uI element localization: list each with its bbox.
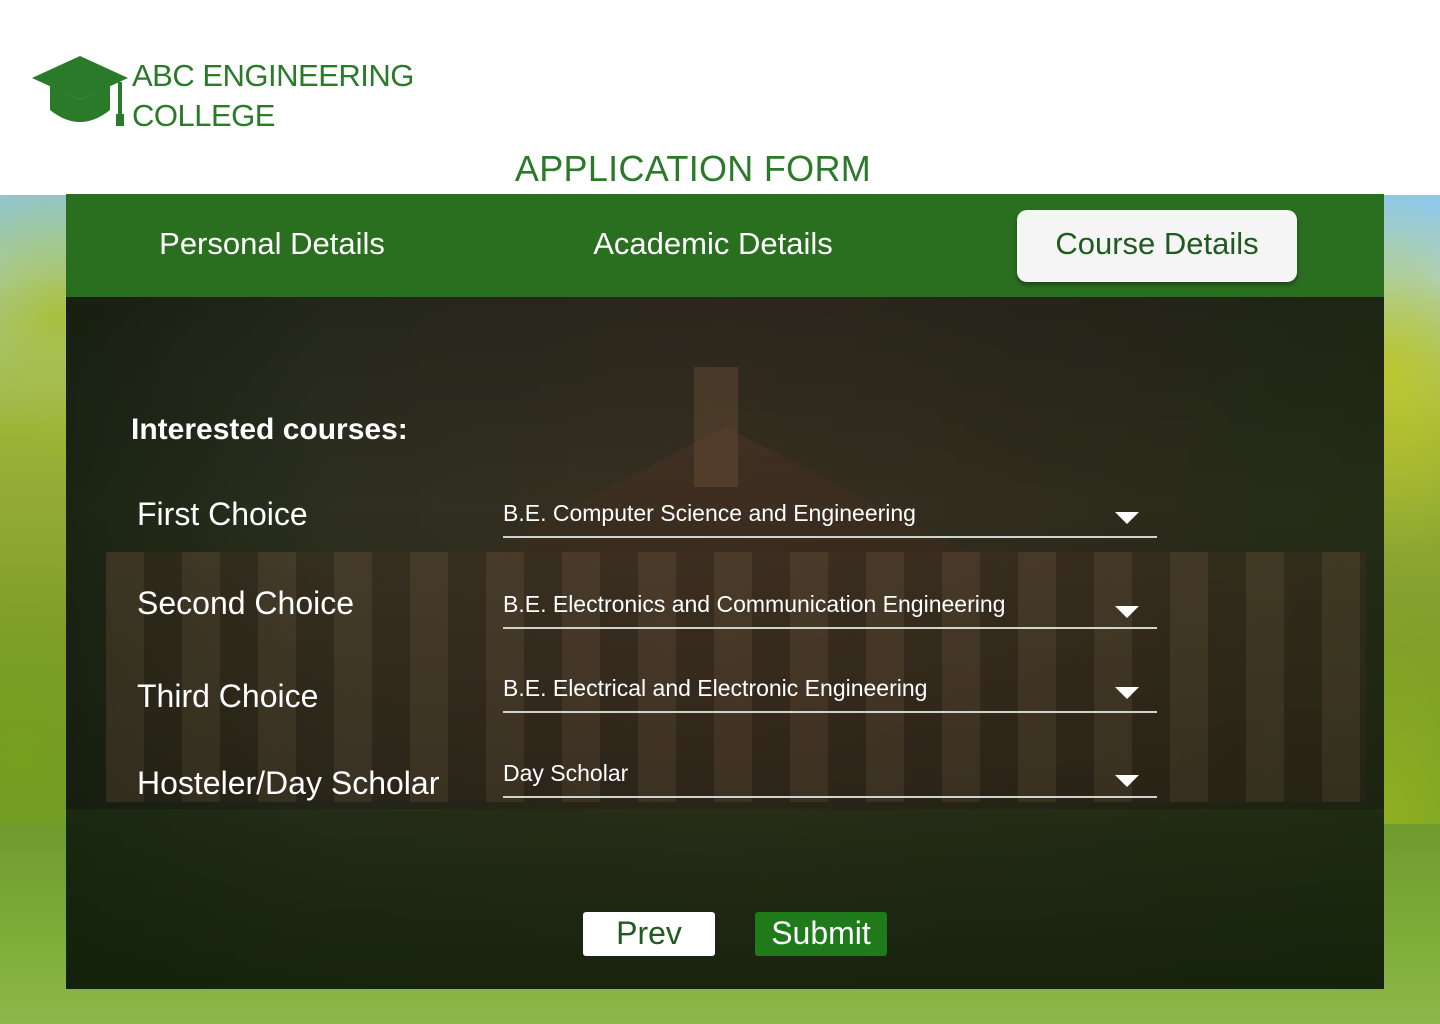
chevron-down-icon <box>1115 775 1139 787</box>
form-tab-bar: Personal Details Academic Details Course… <box>66 194 1384 297</box>
college-name-line1: ABC ENGINEERING <box>132 58 414 93</box>
residence-type-select[interactable]: Day Scholar <box>503 758 1157 798</box>
college-name: ABC ENGINEERING COLLEGE <box>132 56 414 136</box>
submit-button[interactable]: Submit <box>755 912 887 956</box>
second-choice-select[interactable]: B.E. Electronics and Communication Engin… <box>503 589 1157 629</box>
page-title: APPLICATION FORM <box>514 148 872 189</box>
first-choice-select[interactable]: B.E. Computer Science and Engineering <box>503 498 1157 538</box>
residence-type-value: Day Scholar <box>503 760 629 786</box>
third-choice-label: Third Choice <box>137 678 319 714</box>
building-tower <box>694 367 738 487</box>
prev-button[interactable]: Prev <box>583 912 715 956</box>
college-logo: ABC ENGINEERING COLLEGE <box>32 52 414 136</box>
residence-type-label: Hosteler/Day Scholar <box>137 765 440 801</box>
graduation-cap-icon <box>32 56 128 126</box>
chevron-down-icon <box>1115 606 1139 618</box>
tab-course-details[interactable]: Course Details <box>1017 210 1297 282</box>
section-heading: Interested courses: <box>131 413 408 446</box>
campus-building-photo <box>66 297 1384 989</box>
chevron-down-icon <box>1115 687 1139 699</box>
chevron-down-icon <box>1115 512 1139 524</box>
first-choice-value: B.E. Computer Science and Engineering <box>503 500 916 526</box>
tab-academic-details[interactable]: Academic Details <box>546 210 880 282</box>
tab-personal-details[interactable]: Personal Details <box>126 210 418 282</box>
application-form-panel: Personal Details Academic Details Course… <box>66 194 1384 989</box>
campus-lawn <box>66 809 1384 989</box>
second-choice-label: Second Choice <box>137 585 355 621</box>
third-choice-value: B.E. Electrical and Electronic Engineeri… <box>503 675 928 701</box>
first-choice-label: First Choice <box>137 496 308 532</box>
third-choice-select[interactable]: B.E. Electrical and Electronic Engineeri… <box>503 673 1157 713</box>
second-choice-value: B.E. Electronics and Communication Engin… <box>503 591 1006 617</box>
college-name-line2: COLLEGE <box>132 98 275 133</box>
